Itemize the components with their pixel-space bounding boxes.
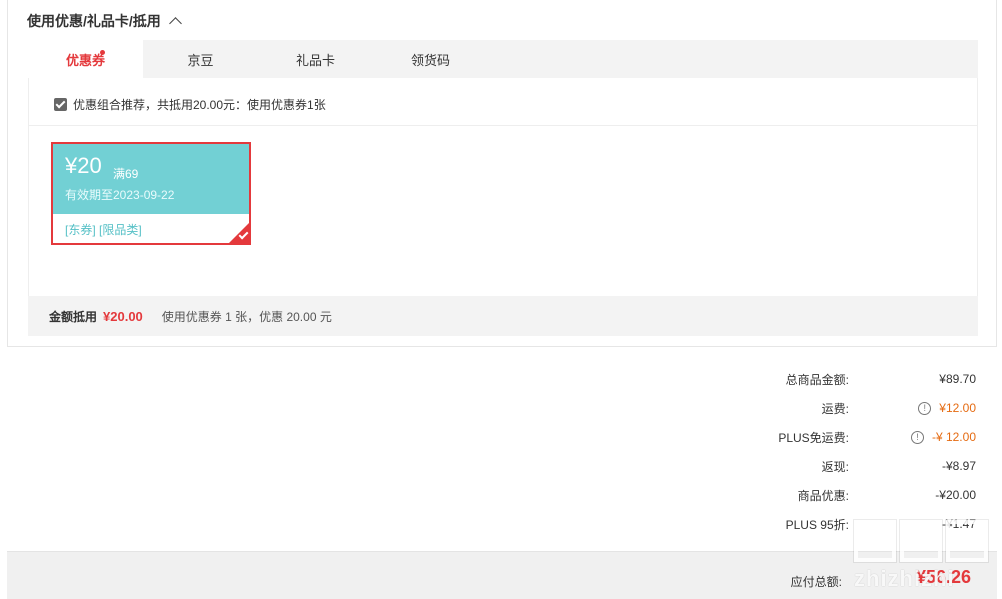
summary-row: 商品优惠: -¥20.00 [0, 485, 1002, 505]
summary-row: 总商品金额: ¥89.70 [0, 369, 1002, 389]
section-header[interactable]: 使用优惠/礼品卡/抵用 [27, 11, 182, 31]
summary-value: -¥20.00 [935, 488, 976, 502]
summary-label: PLUS免运费: [778, 430, 849, 445]
discount-label: 金额抵用 [49, 309, 98, 324]
summary-value: -¥8.97 [941, 459, 976, 473]
summary-label: 总商品金额: [785, 372, 849, 387]
summary-label: PLUS 95折: [785, 517, 849, 532]
summary-value-wrap: ! ¥12.00 [918, 400, 976, 416]
tab-jingdou[interactable]: 京豆 [143, 40, 258, 78]
discount-summary-bar: 金额抵用 ¥20.00 使用优惠券 1 张，优惠 20.00 元 [28, 296, 978, 336]
summary-row: 返现: -¥8.97 [0, 456, 1002, 476]
tab-coupons[interactable]: 优惠券 [28, 40, 143, 78]
summary-label: 返现: [821, 459, 849, 474]
summary-row: 运费: ! ¥12.00 [0, 398, 1002, 418]
coupon-amount: ¥20 [65, 153, 102, 178]
summary-label: 运费: [821, 401, 849, 416]
coupon-card[interactable]: ¥20 满69 有效期至2023-09-22 [东券] [限品类] [51, 142, 251, 245]
section-title: 使用优惠/礼品卡/抵用 [27, 13, 161, 29]
recommend-checkbox[interactable] [54, 98, 67, 111]
summary-row: PLUS免运费: ! -¥ 12.00 [0, 427, 1002, 447]
coupon-condition: 满69 [113, 167, 139, 181]
summary-value-wrap: ! -¥ 12.00 [910, 429, 976, 445]
shipping-value: ¥12.00 [939, 400, 976, 415]
summary-value: -¥1.47 [941, 517, 976, 531]
payment-bar: 应付总额: ¥56.26 [7, 551, 997, 599]
info-icon[interactable]: ! [910, 431, 924, 445]
tab-gift-card[interactable]: 礼品卡 [258, 40, 373, 78]
tab-redeem-code[interactable]: 领货码 [373, 40, 488, 78]
tab-bar: 优惠券 京豆 礼品卡 领货码 [28, 40, 978, 78]
tab-label: 京豆 [187, 52, 214, 68]
notification-dot [100, 50, 105, 55]
recommend-text: 优惠组合推荐，共抵用20.00元：使用优惠券1张 [73, 98, 326, 112]
tab-label: 领货码 [410, 52, 450, 68]
chevron-up-icon[interactable] [168, 16, 182, 30]
discount-desc: 使用优惠券 1 张，优惠 20.00 元 [161, 309, 332, 324]
summary-label: 商品优惠: [797, 488, 849, 503]
coupon-tags: [东券] [限品类] [65, 223, 142, 237]
plus-shipping-value: -¥ 12.00 [931, 429, 976, 444]
coupon-card-box: 优惠券 京豆 礼品卡 领货码 优惠组合推荐，共抵用20.00元：使用优惠券1张 … [28, 40, 978, 336]
info-icon[interactable]: ! [918, 402, 932, 416]
divider [29, 125, 977, 126]
recommend-line[interactable]: 优惠组合推荐，共抵用20.00元：使用优惠券1张 [54, 96, 326, 113]
discount-amount: ¥20.00 [103, 308, 143, 324]
coupon-expiry: 有效期至2023-09-22 [65, 188, 175, 202]
coupon-body: 优惠组合推荐，共抵用20.00元：使用优惠券1张 ¥20 满69 有效期至202… [28, 78, 978, 296]
pay-total-value: ¥56.26 [915, 567, 971, 587]
coupon-top: ¥20 满69 有效期至2023-09-22 [53, 144, 249, 214]
pay-total-label: 应付总额: [790, 575, 842, 589]
summary-value: ¥89.70 [939, 372, 976, 386]
summary-row: PLUS 95折: -¥1.47 [0, 514, 1002, 534]
tab-label: 礼品卡 [295, 52, 335, 68]
